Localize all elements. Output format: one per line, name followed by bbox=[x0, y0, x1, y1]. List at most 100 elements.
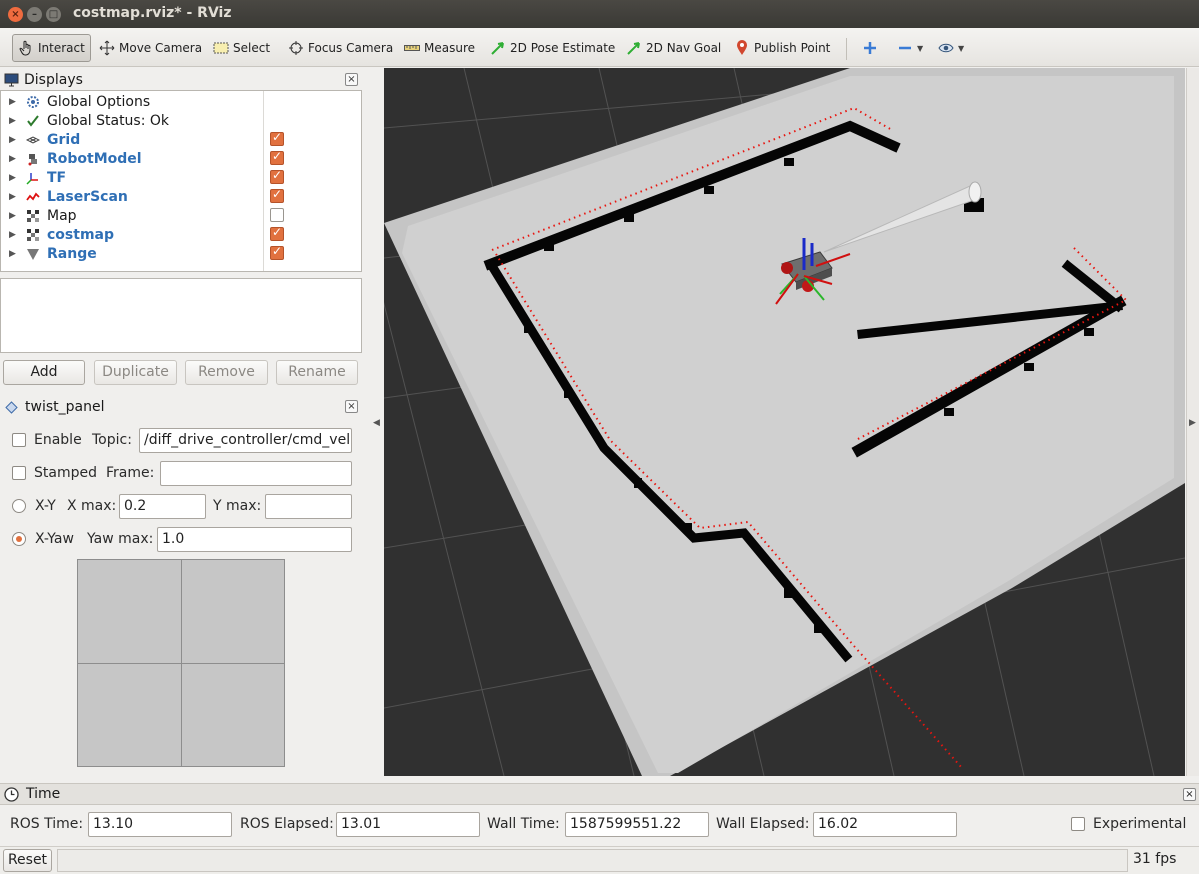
expand-arrow-icon[interactable]: ▶ bbox=[9, 173, 21, 183]
clock-icon bbox=[4, 787, 19, 806]
title-bar: × – □ costmap.rviz* - RViz bbox=[0, 0, 1199, 28]
green-arrow-icon bbox=[626, 40, 642, 56]
interact-tool-button[interactable]: Interact bbox=[12, 34, 91, 62]
display-enabled-checkbox[interactable] bbox=[270, 244, 284, 260]
display-row[interactable]: ▶ RobotModel bbox=[1, 149, 361, 168]
ros-time-field[interactable]: 13.10 bbox=[88, 812, 232, 837]
monitor-icon bbox=[4, 73, 19, 87]
display-row[interactable]: ▶ Grid bbox=[1, 130, 361, 149]
display-row[interactable]: ▶ Map bbox=[1, 206, 361, 225]
right-dock-collapse-bar[interactable]: ▶ bbox=[1186, 68, 1199, 776]
expand-arrow-icon[interactable]: ▶ bbox=[9, 135, 21, 145]
wall-elapsed-label: Wall Elapsed: bbox=[716, 816, 810, 832]
expand-arrow-icon[interactable]: ▶ bbox=[9, 249, 21, 259]
display-enabled-checkbox[interactable] bbox=[270, 168, 284, 184]
select-tool-button[interactable]: Select bbox=[213, 34, 270, 62]
publish-point-label: Publish Point bbox=[754, 41, 831, 55]
duplicate-display-button[interactable]: Duplicate bbox=[94, 360, 177, 385]
remove-tool-dropdown[interactable]: ▼ bbox=[897, 34, 923, 62]
time-panel-close-button[interactable]: × bbox=[1183, 788, 1196, 801]
frame-input[interactable] bbox=[160, 461, 352, 486]
collapse-left-arrow-icon[interactable]: ◀ bbox=[373, 418, 380, 428]
collapse-right-arrow-icon: ▶ bbox=[1189, 418, 1196, 428]
window-minimize-button[interactable]: – bbox=[27, 7, 42, 22]
measure-label: Measure bbox=[424, 41, 475, 55]
wall-elapsed-field[interactable]: 16.02 bbox=[813, 812, 957, 837]
time-panel-header: Time × bbox=[0, 783, 1199, 805]
display-enabled-checkbox[interactable] bbox=[270, 225, 284, 241]
publish-point-tool-button[interactable]: Publish Point bbox=[734, 34, 830, 62]
display-row[interactable]: ▶ Global Status: Ok bbox=[1, 111, 361, 130]
xmax-input[interactable]: 0.2 bbox=[119, 494, 206, 519]
velocity-touch-pad[interactable] bbox=[77, 559, 285, 767]
ros-elapsed-label: ROS Elapsed: bbox=[240, 816, 334, 832]
ymax-input[interactable] bbox=[265, 494, 352, 519]
experimental-label: Experimental bbox=[1093, 816, 1187, 832]
map-icon bbox=[25, 227, 41, 243]
enable-checkbox[interactable] bbox=[12, 433, 26, 447]
stamped-checkbox[interactable] bbox=[12, 466, 26, 480]
plus-icon bbox=[862, 40, 878, 56]
move-camera-tool-button[interactable]: Move Camera bbox=[99, 34, 202, 62]
nav-goal-tool-button[interactable]: 2D Nav Goal bbox=[626, 34, 721, 62]
wall-time-field[interactable]: 1587599551.22 bbox=[565, 812, 709, 837]
yawmax-input[interactable]: 1.0 bbox=[157, 527, 352, 552]
ruler-icon bbox=[404, 40, 420, 56]
reset-button[interactable]: Reset bbox=[3, 849, 52, 872]
render-viewport[interactable] bbox=[384, 68, 1185, 776]
displays-close-button[interactable]: × bbox=[345, 73, 358, 86]
focus-camera-icon bbox=[288, 40, 304, 56]
display-row[interactable]: ▶ Range bbox=[1, 244, 361, 263]
display-label: Range bbox=[47, 245, 97, 262]
expand-arrow-icon[interactable]: ▶ bbox=[9, 192, 21, 202]
focus-camera-tool-button[interactable]: Focus Camera bbox=[288, 34, 393, 62]
rename-display-button[interactable]: Rename bbox=[276, 360, 358, 385]
measure-tool-button[interactable]: Measure bbox=[404, 34, 475, 62]
twist-panel-close-button[interactable]: × bbox=[345, 400, 358, 413]
fps-readout: 31 fps bbox=[1133, 851, 1177, 867]
select-box-icon bbox=[213, 40, 229, 56]
expand-arrow-icon[interactable]: ▶ bbox=[9, 116, 21, 126]
pose-estimate-tool-button[interactable]: 2D Pose Estimate bbox=[490, 34, 615, 62]
display-label: RobotModel bbox=[47, 150, 142, 167]
remove-display-button[interactable]: Remove bbox=[185, 360, 268, 385]
xy-label: X-Y bbox=[35, 498, 56, 514]
display-label: TF bbox=[47, 169, 67, 186]
status-bar: Reset 31 fps bbox=[0, 846, 1199, 874]
topic-input[interactable]: /diff_drive_controller/cmd_vel bbox=[139, 428, 352, 453]
display-label: LaserScan bbox=[47, 188, 128, 205]
expand-arrow-icon[interactable]: ▶ bbox=[9, 154, 21, 164]
wall-time-label: Wall Time: bbox=[487, 816, 560, 832]
map-icon bbox=[25, 208, 41, 224]
yawmax-label: Yaw max: bbox=[87, 531, 154, 547]
experimental-checkbox[interactable] bbox=[1071, 817, 1085, 831]
window-maximize-button[interactable]: □ bbox=[46, 7, 61, 22]
view-tool-dropdown[interactable]: ▼ bbox=[938, 34, 964, 62]
window-close-button[interactable]: × bbox=[8, 7, 23, 22]
add-display-button[interactable]: Add bbox=[3, 360, 85, 385]
expand-arrow-icon[interactable]: ▶ bbox=[9, 230, 21, 240]
window-title: costmap.rviz* - RViz bbox=[73, 5, 232, 21]
focus-camera-label: Focus Camera bbox=[308, 41, 394, 55]
display-enabled-checkbox[interactable] bbox=[270, 130, 284, 146]
display-enabled-checkbox[interactable] bbox=[270, 187, 284, 203]
display-row[interactable]: ▶ costmap bbox=[1, 225, 361, 244]
add-tool-button[interactable] bbox=[862, 34, 882, 62]
display-row[interactable]: ▶ Global Options bbox=[1, 92, 361, 111]
display-row[interactable]: ▶ TF bbox=[1, 168, 361, 187]
ros-elapsed-field[interactable]: 13.01 bbox=[336, 812, 480, 837]
expand-arrow-icon[interactable]: ▶ bbox=[9, 211, 21, 221]
nav-goal-label: 2D Nav Goal bbox=[646, 41, 722, 55]
pose-estimate-label: 2D Pose Estimate bbox=[510, 41, 616, 55]
xy-radio[interactable] bbox=[12, 499, 26, 513]
display-enabled-checkbox[interactable] bbox=[270, 208, 284, 222]
display-enabled-checkbox[interactable] bbox=[270, 149, 284, 165]
xyaw-radio[interactable] bbox=[12, 532, 26, 546]
interact-label: Interact bbox=[38, 41, 85, 55]
display-row[interactable]: ▶ LaserScan bbox=[1, 187, 361, 206]
expand-arrow-icon[interactable]: ▶ bbox=[9, 97, 21, 107]
hand-pointer-icon bbox=[18, 40, 34, 56]
ros-time-label: ROS Time: bbox=[10, 816, 84, 832]
display-label: Global Options bbox=[47, 93, 151, 110]
robot-icon bbox=[25, 151, 41, 167]
